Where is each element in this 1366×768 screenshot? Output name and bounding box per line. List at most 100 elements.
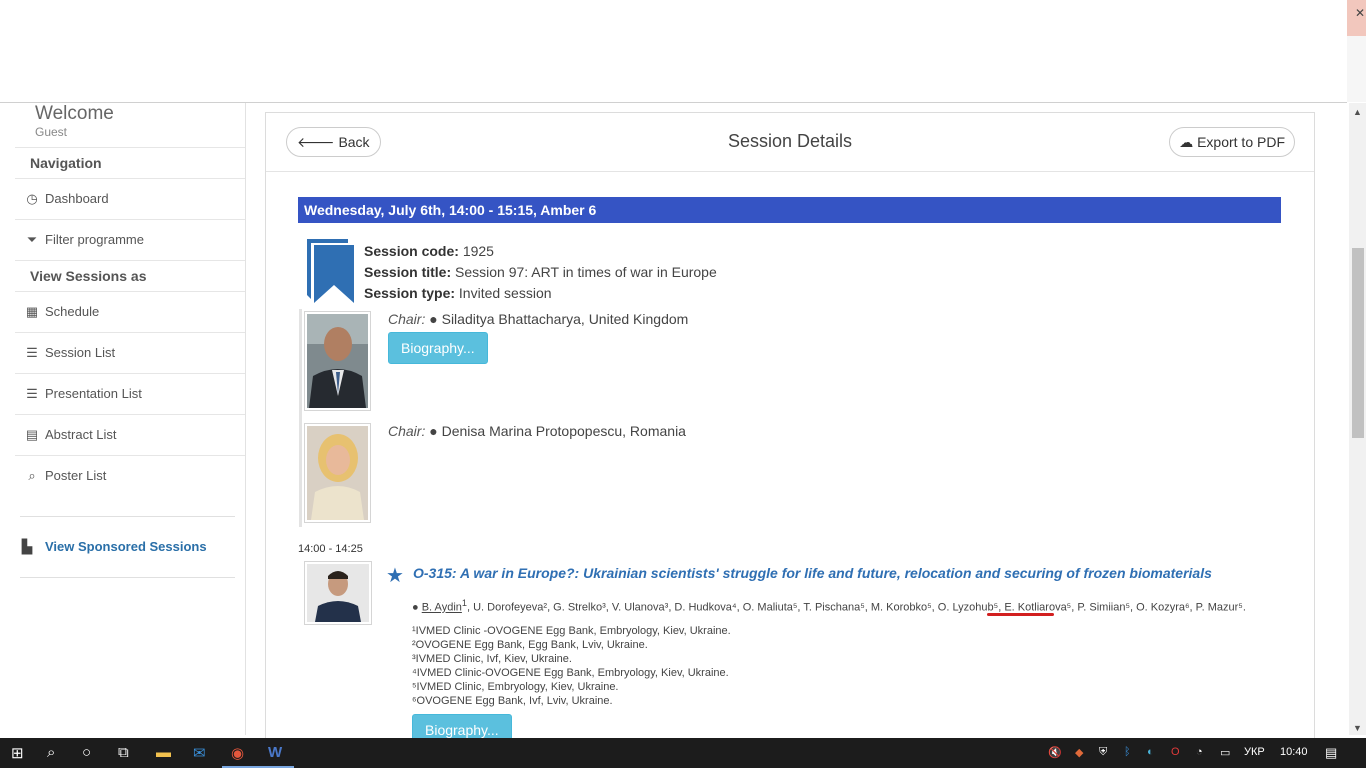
sidebar-gutter: [0, 103, 15, 735]
search-icon: ⌕: [28, 468, 36, 483]
export-pdf-button[interactable]: ☁ Export to PDF: [1169, 127, 1295, 157]
list-icon: ☰: [26, 345, 38, 360]
wifi-icon[interactable]: ◔: [1196, 746, 1203, 758]
browser-top-strip: ✕: [0, 0, 1366, 36]
notifications-icon[interactable]: ▤: [1325, 745, 1337, 761]
sidebar-item-session-list[interactable]: ☰ Session List: [15, 332, 245, 373]
affiliation: ⁶OVOGENE Egg Bank, Ivf, Lviv, Ukraine.: [412, 695, 613, 707]
task-view-icon[interactable]: ⧉: [118, 744, 129, 761]
affiliation: ⁵IVMED Clinic, Embryology, Kiev, Ukraine…: [412, 681, 619, 693]
session-details-panel: 🡐 Back Session Details ☁ Export to PDF W…: [265, 112, 1315, 754]
user-name: Guest: [35, 125, 68, 139]
affiliation: ¹IVMED Clinic -OVOGENE Egg Bank, Embryol…: [412, 625, 731, 637]
document-icon: ▤: [25, 427, 39, 442]
view-sponsored-sessions-link[interactable]: ▙ View Sponsored Sessions: [22, 539, 207, 555]
chair-photo: [304, 311, 371, 411]
affiliation: ²OVOGENE Egg Bank, Egg Bank, Lviv, Ukrai…: [412, 639, 648, 651]
sponsored-label: View Sponsored Sessions: [45, 539, 207, 554]
header-gutter: [1347, 36, 1366, 102]
sidebar: Welcome Guest Navigation ◷ Dashboard ⏷ Fil…: [15, 103, 246, 735]
sidebar-item-label: Poster List: [45, 468, 107, 483]
presentation-time: 14:00 - 14:25: [298, 543, 363, 555]
app-tray-icon[interactable]: ◆: [1075, 746, 1083, 759]
mute-icon[interactable]: 🔇: [1048, 746, 1062, 759]
search-icon[interactable]: ⌕: [47, 744, 55, 761]
chair-line: Chair: ● Siladitya Bhattacharya, United …: [388, 311, 688, 327]
grid-icon: ▦: [25, 304, 39, 319]
site-header: [0, 36, 1347, 103]
authors-list: ● B. Aydin1, U. Dorofeyeva², G. Strelko³…: [412, 596, 1282, 615]
file-explorer-icon[interactable]: ▬: [156, 744, 171, 761]
presentation-title[interactable]: O-315: A war in Europe?: Ukrainian scien…: [413, 565, 1293, 581]
clock-icon: ◷: [26, 191, 38, 206]
export-label: Export to PDF: [1197, 134, 1285, 150]
session-title-row: Session title: Session 97: ART in times …: [364, 264, 717, 280]
sidebar-item-label: Schedule: [45, 304, 100, 319]
session-title-label: Session title:: [364, 264, 452, 280]
word-icon[interactable]: W: [268, 744, 282, 761]
sidebar-item-label: Abstract List: [45, 427, 117, 442]
sidebar-item-label: Filter programme: [45, 232, 144, 247]
presenter-name: B. Aydin: [421, 601, 462, 614]
security-icon[interactable]: ⛨: [1099, 746, 1107, 759]
cloud-download-icon: ☁: [1179, 134, 1194, 150]
person-photo: [307, 426, 368, 520]
cortana-icon[interactable]: ○: [82, 744, 91, 761]
page-scrollbar[interactable]: ▲ ▼: [1349, 103, 1366, 735]
co-authors: , U. Dorofeyeva², G. Strelko³, V. Ulanov…: [466, 601, 1246, 614]
user-icon: ●: [412, 601, 419, 614]
affiliation: ⁴IVMED Clinic-OVOGENE Egg Bank, Embryolo…: [412, 667, 729, 679]
windows-start-icon[interactable]: ⊞: [11, 744, 24, 762]
language-indicator[interactable]: УКР: [1244, 746, 1265, 758]
mail-icon[interactable]: ✉: [193, 744, 206, 762]
sidebar-item-dashboard[interactable]: ◷ Dashboard: [15, 178, 245, 219]
factory-icon: ▙: [22, 539, 32, 554]
sidebar-item-schedule[interactable]: ▦ Schedule: [15, 291, 245, 332]
page-title: Session Details: [727, 131, 853, 151]
session-title: Session 97: ART in times of war in Europ…: [455, 264, 717, 280]
battery-icon[interactable]: ▭: [1220, 746, 1230, 759]
list-icon: ☰: [26, 386, 38, 401]
chrome-icon[interactable]: ◉: [231, 744, 244, 762]
close-icon[interactable]: ✕: [1355, 6, 1365, 20]
browser-top-area: [0, 0, 1347, 36]
chair-name: Siladitya Bhattacharya, United Kingdom: [441, 311, 689, 327]
presenter-photo: [304, 561, 372, 625]
sidebar-item-abstract-list[interactable]: ▤ Abstract List: [15, 414, 245, 455]
sidebar-item-label: Session List: [45, 345, 116, 360]
welcome-text: Welcome: [35, 103, 114, 124]
session-type-row: Session type: Invited session: [364, 285, 552, 301]
chair-photo: [304, 423, 371, 523]
sidebar-item-label: Dashboard: [45, 191, 109, 206]
panel-header: 🡐 Back Session Details ☁ Export to PDF: [266, 113, 1314, 172]
red-underline-annotation: [987, 613, 1054, 616]
sidebar-item-poster-list[interactable]: ⌕ Poster List: [15, 455, 245, 496]
session-header-bar: Wednesday, July 6th, 14:00 - 15:15, Ambe…: [298, 197, 1281, 223]
session-code-row: Session code: 1925: [364, 243, 494, 259]
bluetooth-icon[interactable]: ᛒ: [1124, 746, 1131, 758]
sidebar-divider: [20, 577, 235, 578]
opera-icon[interactable]: O: [1171, 746, 1180, 758]
sidebar-item-presentation-list[interactable]: ☰ Presentation List: [15, 373, 245, 414]
sidebar-divider: [20, 516, 235, 517]
star-icon[interactable]: ★: [386, 563, 404, 588]
network-app-icon[interactable]: ◐: [1147, 746, 1154, 758]
windows-taskbar: ⊞ ⌕ ○ ⧉ ▬ ✉ ◉ W 🔇 ◆ ⛨ ᛒ ◐ O ◔ ▭ УКР 10:4…: [0, 738, 1366, 768]
scroll-up-arrow-icon[interactable]: ▲: [1353, 107, 1362, 117]
session-type-label: Session type:: [364, 285, 456, 301]
person-photo: [307, 564, 369, 622]
filter-icon: ⏷: [26, 232, 38, 247]
session-code: 1925: [462, 243, 494, 259]
scrollbar-thumb[interactable]: [1352, 248, 1364, 438]
person-photo: [307, 314, 368, 408]
biography-button[interactable]: Biography...: [388, 332, 488, 364]
user-icon: ●: [429, 311, 438, 327]
bookmark-icon: [307, 239, 354, 303]
affiliation: ³IVMED Clinic, Ivf, Kiev, Ukraine.: [412, 653, 572, 665]
chairs-divider: [299, 309, 302, 527]
affiliations-list: ¹IVMED Clinic -OVOGENE Egg Bank, Embryol…: [412, 624, 731, 708]
sidebar-item-filter-programme[interactable]: ⏷ Filter programme: [15, 219, 245, 260]
session-type: Invited session: [458, 285, 552, 301]
scroll-down-arrow-icon[interactable]: ▼: [1353, 723, 1362, 733]
clock[interactable]: 10:40: [1280, 746, 1308, 758]
